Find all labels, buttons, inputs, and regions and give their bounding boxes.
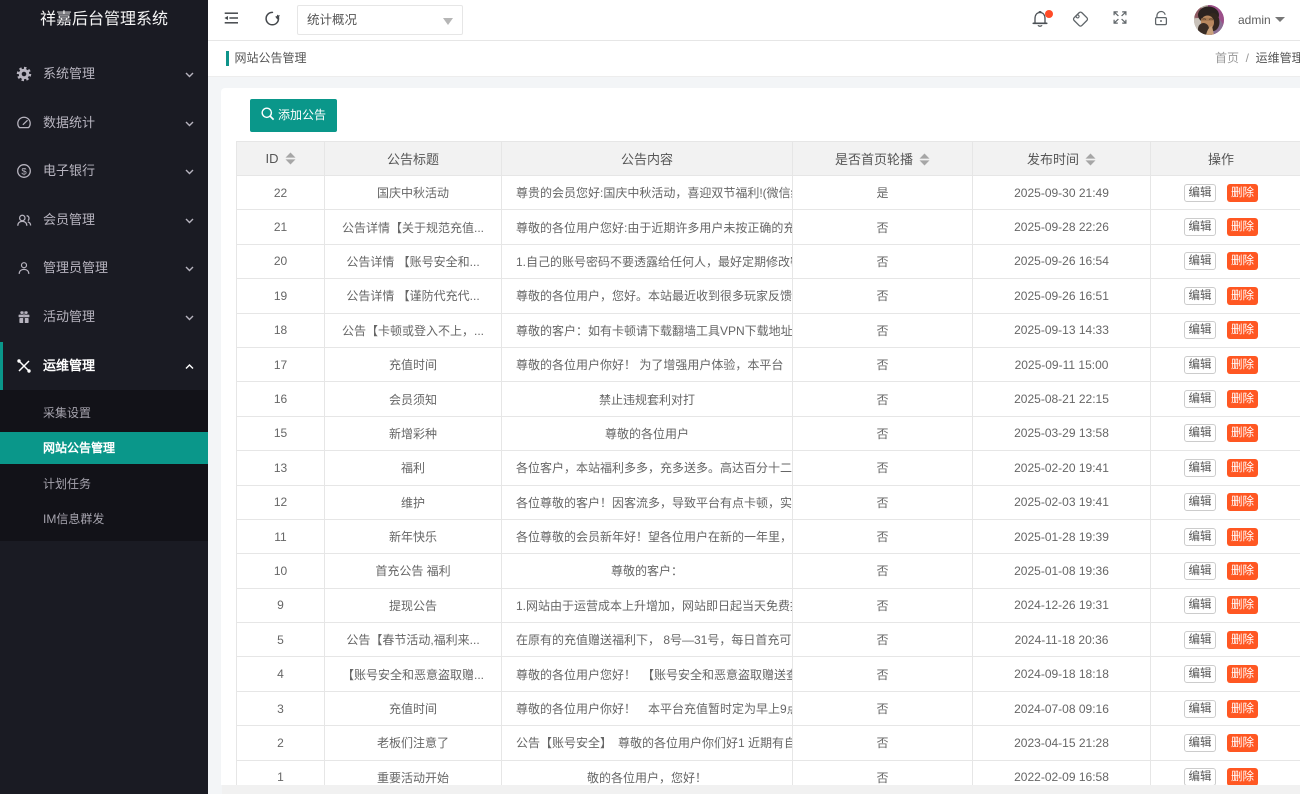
svg-text:$: $: [21, 167, 27, 178]
